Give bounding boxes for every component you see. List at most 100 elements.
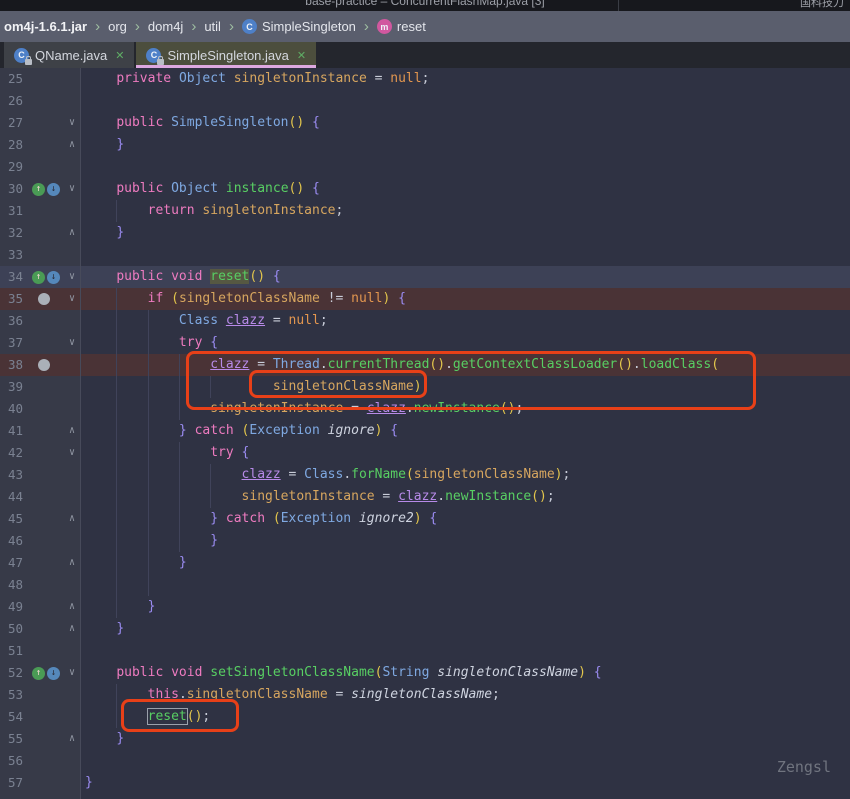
overrides-icon[interactable]: ↑ xyxy=(32,271,45,284)
fold-down-icon[interactable]: ∨ xyxy=(64,662,81,684)
line-number[interactable]: 35 xyxy=(0,288,30,310)
code-text[interactable] xyxy=(81,90,850,112)
line-number[interactable]: 26 xyxy=(0,90,30,112)
code-text[interactable]: singletonInstance = clazz.newInstance(); xyxy=(81,398,850,420)
fold-up-icon[interactable]: ∧ xyxy=(64,222,81,244)
line-number[interactable]: 52 xyxy=(0,662,30,684)
line-number[interactable]: 47 xyxy=(0,552,30,574)
tab-simplesingleton-java[interactable]: CSimpleSingleton.java✕ xyxy=(136,42,316,68)
code-text[interactable]: } xyxy=(81,530,850,552)
line-number[interactable]: 55 xyxy=(0,728,30,750)
line-number[interactable]: 54 xyxy=(0,706,30,728)
fold-up-icon[interactable]: ∧ xyxy=(64,596,81,618)
fold-down-icon[interactable]: ∨ xyxy=(64,266,81,288)
line-number[interactable]: 56 xyxy=(0,750,30,772)
code-text[interactable] xyxy=(81,574,850,596)
code-text[interactable]: try { xyxy=(81,332,850,354)
fold-up-icon[interactable]: ∧ xyxy=(64,552,81,574)
code-text[interactable]: } xyxy=(81,596,850,618)
tab-close-icon[interactable]: ✕ xyxy=(295,49,306,62)
line-number[interactable]: 50 xyxy=(0,618,30,640)
breakpoint-icon[interactable] xyxy=(38,359,50,371)
code-text[interactable]: reset(); xyxy=(81,706,850,728)
code-text[interactable]: } catch (Exception ignore2) { xyxy=(81,508,850,530)
code-text[interactable]: } xyxy=(81,222,850,244)
code-text[interactable]: } xyxy=(81,552,850,574)
fold-up-icon[interactable]: ∧ xyxy=(64,420,81,442)
code-text[interactable]: public void reset() { xyxy=(81,266,850,288)
fold-down-icon[interactable]: ∨ xyxy=(64,442,81,464)
line-number[interactable]: 28 xyxy=(0,134,30,156)
breakpoint-icon[interactable] xyxy=(38,293,50,305)
line-number[interactable]: 38 xyxy=(0,354,30,376)
line-number[interactable]: 48 xyxy=(0,574,30,596)
overrides-icon[interactable]: ↑ xyxy=(32,183,45,196)
fold-up-icon[interactable]: ∧ xyxy=(64,728,81,750)
line-number[interactable]: 58 xyxy=(0,794,30,799)
line-number[interactable]: 30 xyxy=(0,178,30,200)
code-text[interactable]: try { xyxy=(81,442,850,464)
line-number[interactable]: 34 xyxy=(0,266,30,288)
line-number[interactable]: 29 xyxy=(0,156,30,178)
code-text[interactable]: clazz = Thread.currentThread().getContex… xyxy=(81,354,850,376)
overridden-icon[interactable]: ↓ xyxy=(47,667,60,680)
line-number[interactable]: 39 xyxy=(0,376,30,398)
line-number[interactable]: 40 xyxy=(0,398,30,420)
breadcrumb-item-om4j-1-6-1-jar[interactable]: om4j-1.6.1.jar xyxy=(2,19,89,34)
line-number[interactable]: 42 xyxy=(0,442,30,464)
breadcrumb-item-dom4j[interactable]: dom4j xyxy=(146,19,185,34)
code-text[interactable]: if (singletonClassName != null) { xyxy=(81,288,850,310)
line-number[interactable]: 43 xyxy=(0,464,30,486)
fold-down-icon[interactable]: ∨ xyxy=(64,332,81,354)
line-number[interactable]: 45 xyxy=(0,508,30,530)
code-editor[interactable]: 25 private Object singletonInstance = nu… xyxy=(0,68,850,799)
code-text[interactable]: } xyxy=(81,618,850,640)
code-text[interactable] xyxy=(81,156,850,178)
fold-down-icon[interactable]: ∨ xyxy=(64,112,81,134)
line-number[interactable]: 33 xyxy=(0,244,30,266)
code-text[interactable]: clazz = Class.forName(singletonClassName… xyxy=(81,464,850,486)
fold-up-icon[interactable]: ∧ xyxy=(64,134,81,156)
line-number[interactable]: 46 xyxy=(0,530,30,552)
code-text[interactable]: } catch (Exception ignore) { xyxy=(81,420,850,442)
line-number[interactable]: 57 xyxy=(0,772,30,794)
code-text[interactable]: public SimpleSingleton() { xyxy=(81,112,850,134)
overridden-icon[interactable]: ↓ xyxy=(47,183,60,196)
code-text[interactable]: private Object singletonInstance = null; xyxy=(81,68,850,90)
code-text[interactable]: public Object instance() { xyxy=(81,178,850,200)
code-text[interactable]: public void setSingletonClassName(String… xyxy=(81,662,850,684)
fold-down-icon[interactable]: ∨ xyxy=(64,178,81,200)
line-number[interactable]: 51 xyxy=(0,640,30,662)
line-number[interactable]: 44 xyxy=(0,486,30,508)
code-text[interactable] xyxy=(81,244,850,266)
line-number[interactable]: 36 xyxy=(0,310,30,332)
code-text[interactable] xyxy=(81,750,850,772)
line-number[interactable]: 27 xyxy=(0,112,30,134)
code-text[interactable] xyxy=(81,794,850,799)
fold-up-icon[interactable]: ∧ xyxy=(64,508,81,530)
line-number[interactable]: 53 xyxy=(0,684,30,706)
code-text[interactable]: return singletonInstance; xyxy=(81,200,850,222)
breadcrumb-item-reset[interactable]: mreset xyxy=(375,19,428,34)
tab-qname-java[interactable]: CQName.java✕ xyxy=(4,42,134,68)
breadcrumb-item-org[interactable]: org xyxy=(106,19,129,34)
fold-down-icon[interactable]: ∨ xyxy=(64,288,81,310)
line-number[interactable]: 41 xyxy=(0,420,30,442)
code-text[interactable] xyxy=(81,640,850,662)
line-number[interactable]: 25 xyxy=(0,68,30,90)
code-text[interactable]: singletonClassName); xyxy=(81,376,850,398)
line-number[interactable]: 32 xyxy=(0,222,30,244)
overrides-icon[interactable]: ↑ xyxy=(32,667,45,680)
fold-up-icon[interactable]: ∧ xyxy=(64,618,81,640)
tab-close-icon[interactable]: ✕ xyxy=(113,49,124,62)
line-number[interactable]: 31 xyxy=(0,200,30,222)
breadcrumb-item-simplesingleton[interactable]: CSimpleSingleton xyxy=(240,19,358,34)
code-text[interactable]: } xyxy=(81,134,850,156)
code-text[interactable]: } xyxy=(81,772,850,794)
overridden-icon[interactable]: ↓ xyxy=(47,271,60,284)
code-text[interactable]: this.singletonClassName = singletonClass… xyxy=(81,684,850,706)
code-text[interactable]: Class clazz = null; xyxy=(81,310,850,332)
line-number[interactable]: 49 xyxy=(0,596,30,618)
code-text[interactable]: } xyxy=(81,728,850,750)
code-text[interactable]: singletonInstance = clazz.newInstance(); xyxy=(81,486,850,508)
